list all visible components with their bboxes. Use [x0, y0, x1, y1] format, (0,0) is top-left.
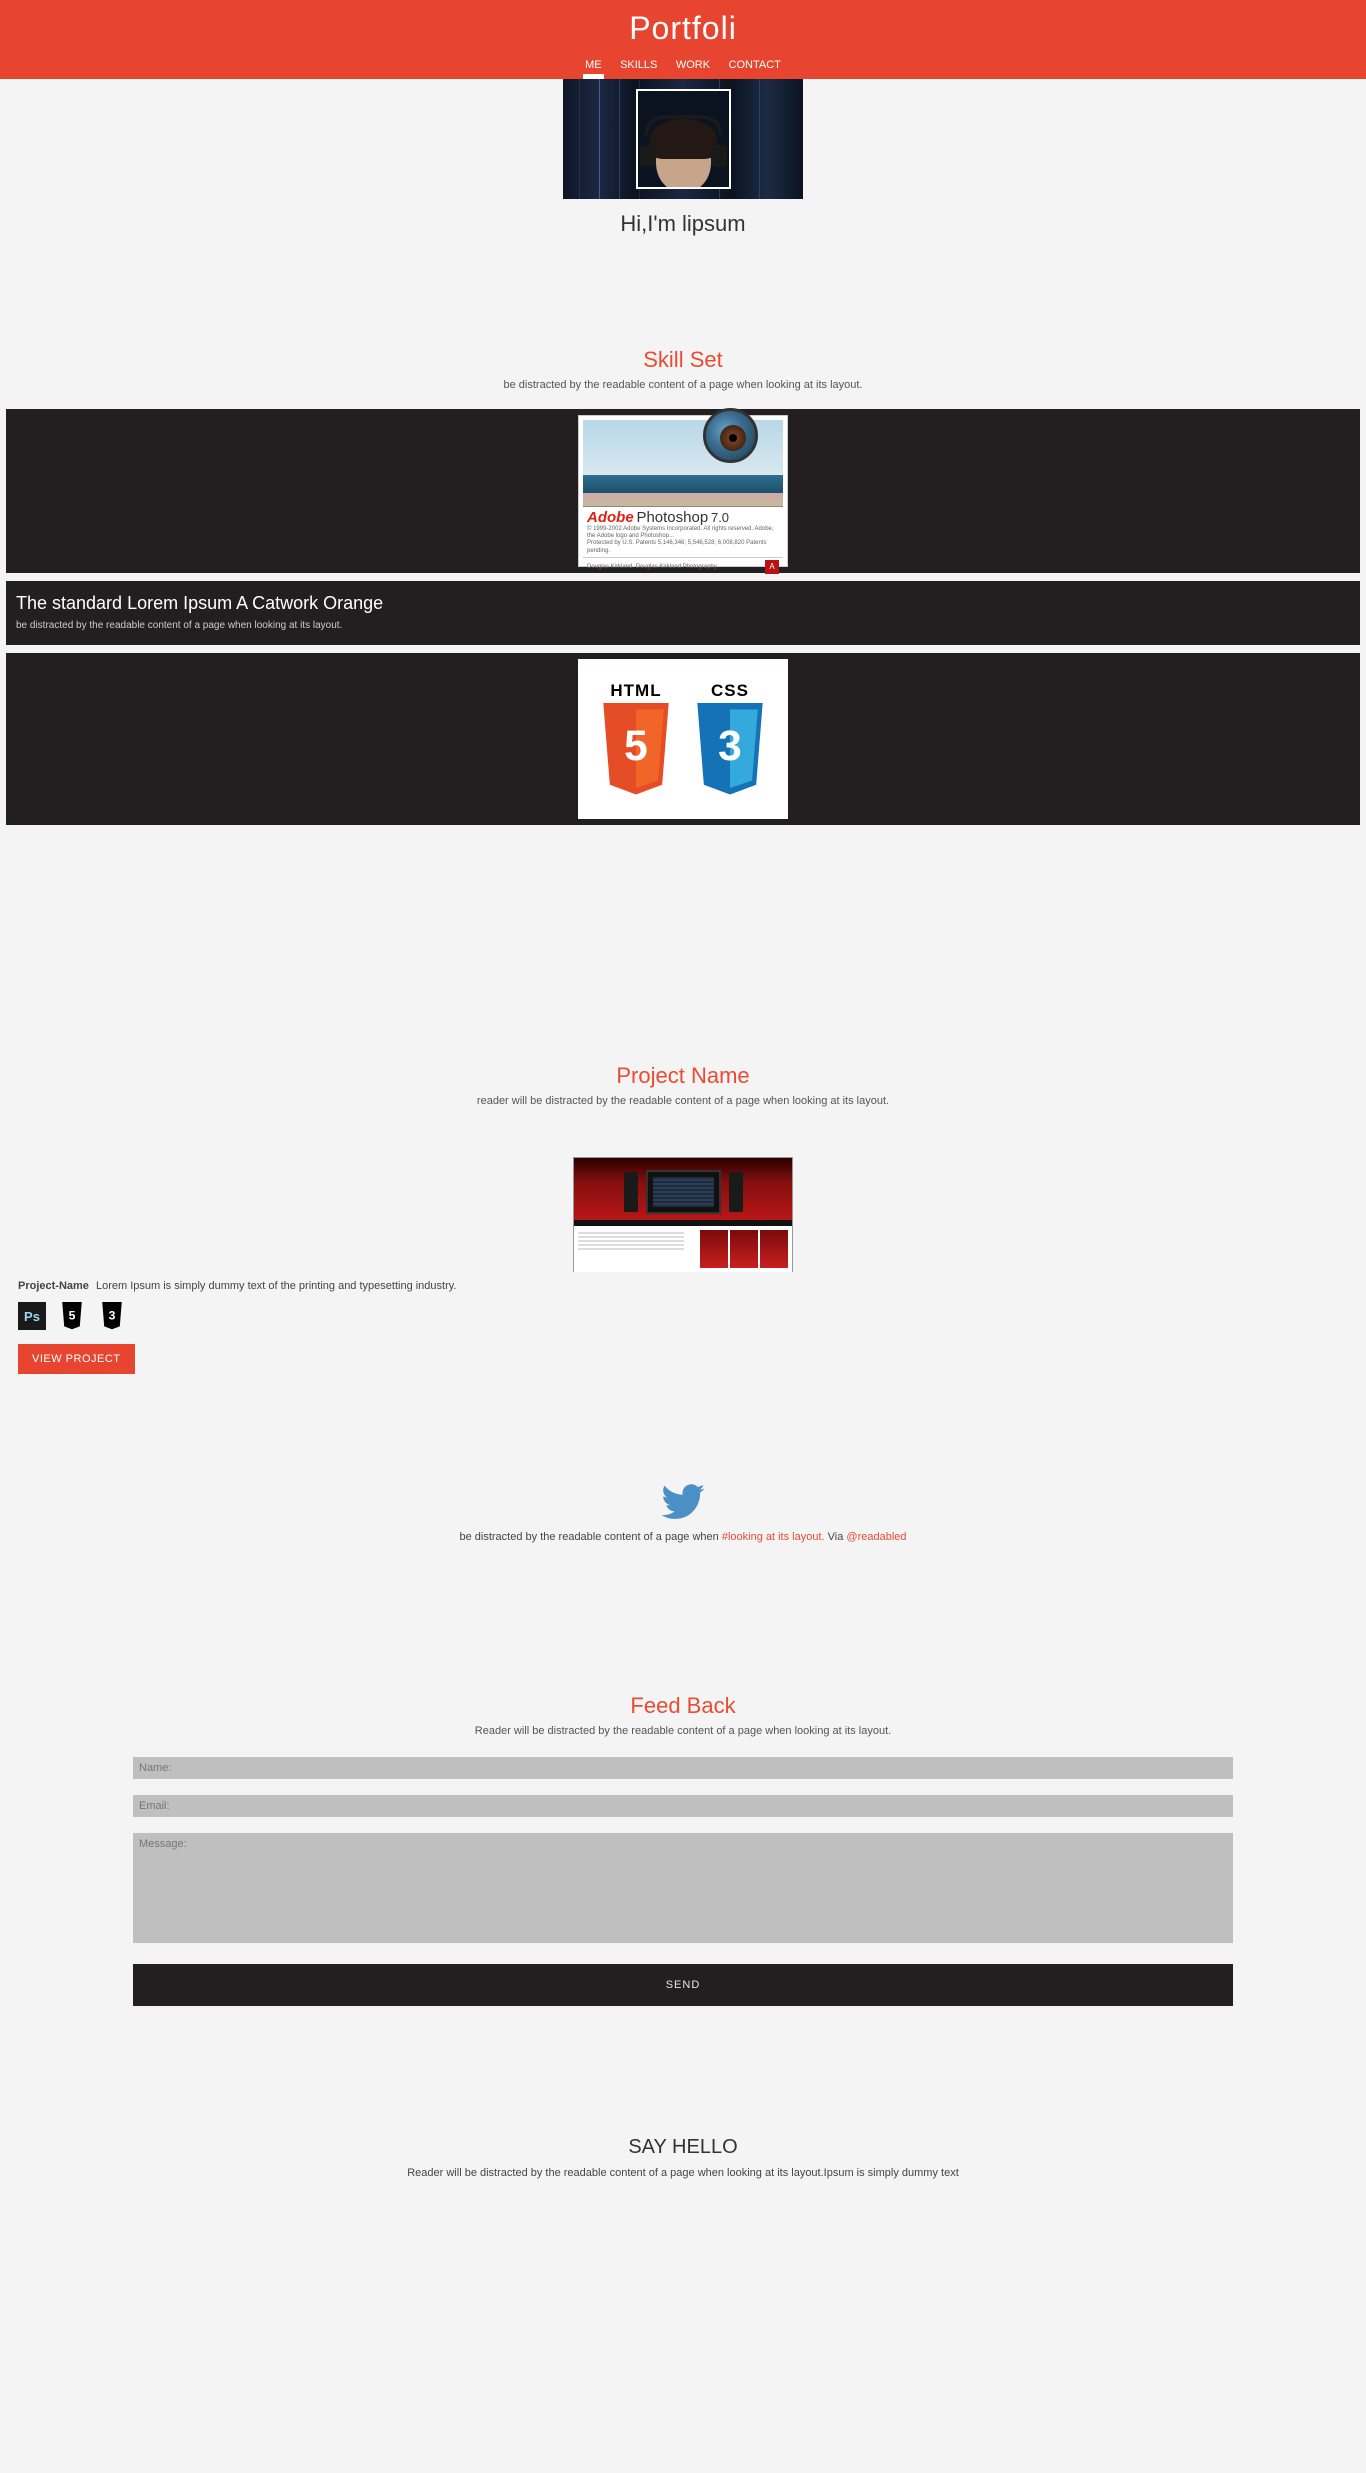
work-section: Project Name reader will be distracted b…: [0, 833, 1366, 1374]
project-desc-label: Project-Name: [18, 1280, 89, 1292]
skill-text-block: The standard Lorem Ipsum A Catwork Orang…: [6, 581, 1360, 645]
svg-text:3: 3: [109, 1309, 116, 1323]
feedback-form: SEND: [93, 1757, 1273, 2006]
email-field[interactable]: [133, 1795, 1233, 1817]
photoshop-splash: Adobe Photoshop 7.0 © 1999-2002 Adobe Sy…: [578, 415, 788, 567]
html5-label: HTML: [592, 681, 680, 701]
project-desc-text: Lorem Ipsum is simply dummy text of the …: [96, 1280, 457, 1292]
feedback-section: Feed Back Reader will be distracted by t…: [0, 1653, 1366, 2026]
say-hello-sub: Reader will be distracted by the readabl…: [10, 2167, 1356, 2179]
feedback-sub: Reader will be distracted by the readabl…: [10, 1725, 1356, 1737]
css3-shield-icon: 3: [689, 703, 771, 797]
message-field[interactable]: [133, 1833, 1233, 1943]
svg-text:5: 5: [624, 723, 648, 770]
view-project-button[interactable]: VIEW PROJECT: [18, 1344, 135, 1374]
skill-card-photoshop: Adobe Photoshop 7.0 © 1999-2002 Adobe Sy…: [6, 409, 1360, 573]
send-button[interactable]: SEND: [133, 1964, 1233, 2006]
say-hello-title: SAY HELLO: [10, 2136, 1356, 2159]
tool-icons: Ps 5 3: [10, 1302, 1356, 1330]
html5-tool-icon: 5: [58, 1302, 86, 1330]
nav-skills[interactable]: SKILLS: [618, 55, 659, 79]
greeting: Hi,I'm lipsum: [0, 211, 1366, 237]
css3-tool-icon: 3: [98, 1302, 126, 1330]
project-card: [10, 1157, 1356, 1272]
name-field[interactable]: [133, 1757, 1233, 1779]
html5-css3-logos: HTML 5 CSS 3: [578, 659, 788, 819]
work-title: Project Name: [10, 1063, 1356, 1089]
say-hello-section: SAY HELLO Reader will be distracted by t…: [0, 2026, 1366, 2199]
html5-shield-icon: 5: [595, 703, 677, 797]
skills-title: Skill Set: [10, 347, 1356, 373]
hero-image: [563, 79, 803, 199]
twitter-icon: [661, 1484, 705, 1520]
skills-section: Skill Set be distracted by the readable …: [0, 337, 1366, 401]
twitter-section: be distracted by the readable content of…: [0, 1374, 1366, 1653]
skill-text-sub: be distracted by the readable content of…: [16, 620, 1350, 631]
avatar: [636, 89, 731, 189]
project-thumbnail: [573, 1157, 793, 1272]
adobe-logo-icon: A: [765, 560, 779, 574]
project-description: Project-Name Lorem Ipsum is simply dummy…: [10, 1280, 1356, 1292]
tweet-pre: be distracted by the readable content of…: [459, 1531, 721, 1543]
tweet-text: be distracted by the readable content of…: [10, 1531, 1356, 1543]
ps-credit: Douglas Kirkland, Douglas Kirkland Photo…: [587, 564, 717, 570]
skills-sub: be distracted by the readable content of…: [10, 379, 1356, 391]
ps-brand-photoshop: Photoshop: [636, 509, 708, 526]
header: Portfoli ME SKILLS WORK CONTACT: [0, 0, 1366, 79]
eye-loupe-icon: [703, 408, 773, 463]
nav-work[interactable]: WORK: [674, 55, 712, 79]
ps-copy-1: © 1999-2002 Adobe Systems Incorporated. …: [587, 526, 779, 540]
html5-logo: HTML 5: [592, 681, 680, 797]
main-nav: ME SKILLS WORK CONTACT: [0, 55, 1366, 79]
css3-logo: CSS 3: [686, 681, 774, 797]
svg-text:3: 3: [718, 723, 742, 770]
nav-me[interactable]: ME: [583, 55, 604, 79]
photoshop-tool-icon: Ps: [18, 1302, 46, 1330]
feedback-title: Feed Back: [10, 1693, 1356, 1719]
work-sub: reader will be distracted by the readabl…: [10, 1095, 1356, 1107]
nav-contact[interactable]: CONTACT: [727, 55, 783, 79]
ps-version: 7.0: [711, 510, 729, 525]
svg-text:5: 5: [69, 1309, 76, 1323]
ps-copy-2: Protected by U.S. Patents 5,146,346; 5,5…: [587, 540, 779, 554]
tweet-hashtag[interactable]: #looking at its layout.: [722, 1531, 825, 1543]
tweet-via: Via: [828, 1531, 847, 1543]
css3-label: CSS: [686, 681, 774, 701]
logo[interactable]: Portfoli: [0, 10, 1366, 47]
ps-brand-adobe: Adobe: [587, 509, 634, 526]
skill-card-htmlcss: HTML 5 CSS 3: [6, 653, 1360, 825]
me-section: Hi,I'm lipsum: [0, 79, 1366, 337]
tweet-handle[interactable]: @readabled: [846, 1531, 906, 1543]
skill-text-heading: The standard Lorem Ipsum A Catwork Orang…: [16, 593, 1350, 614]
